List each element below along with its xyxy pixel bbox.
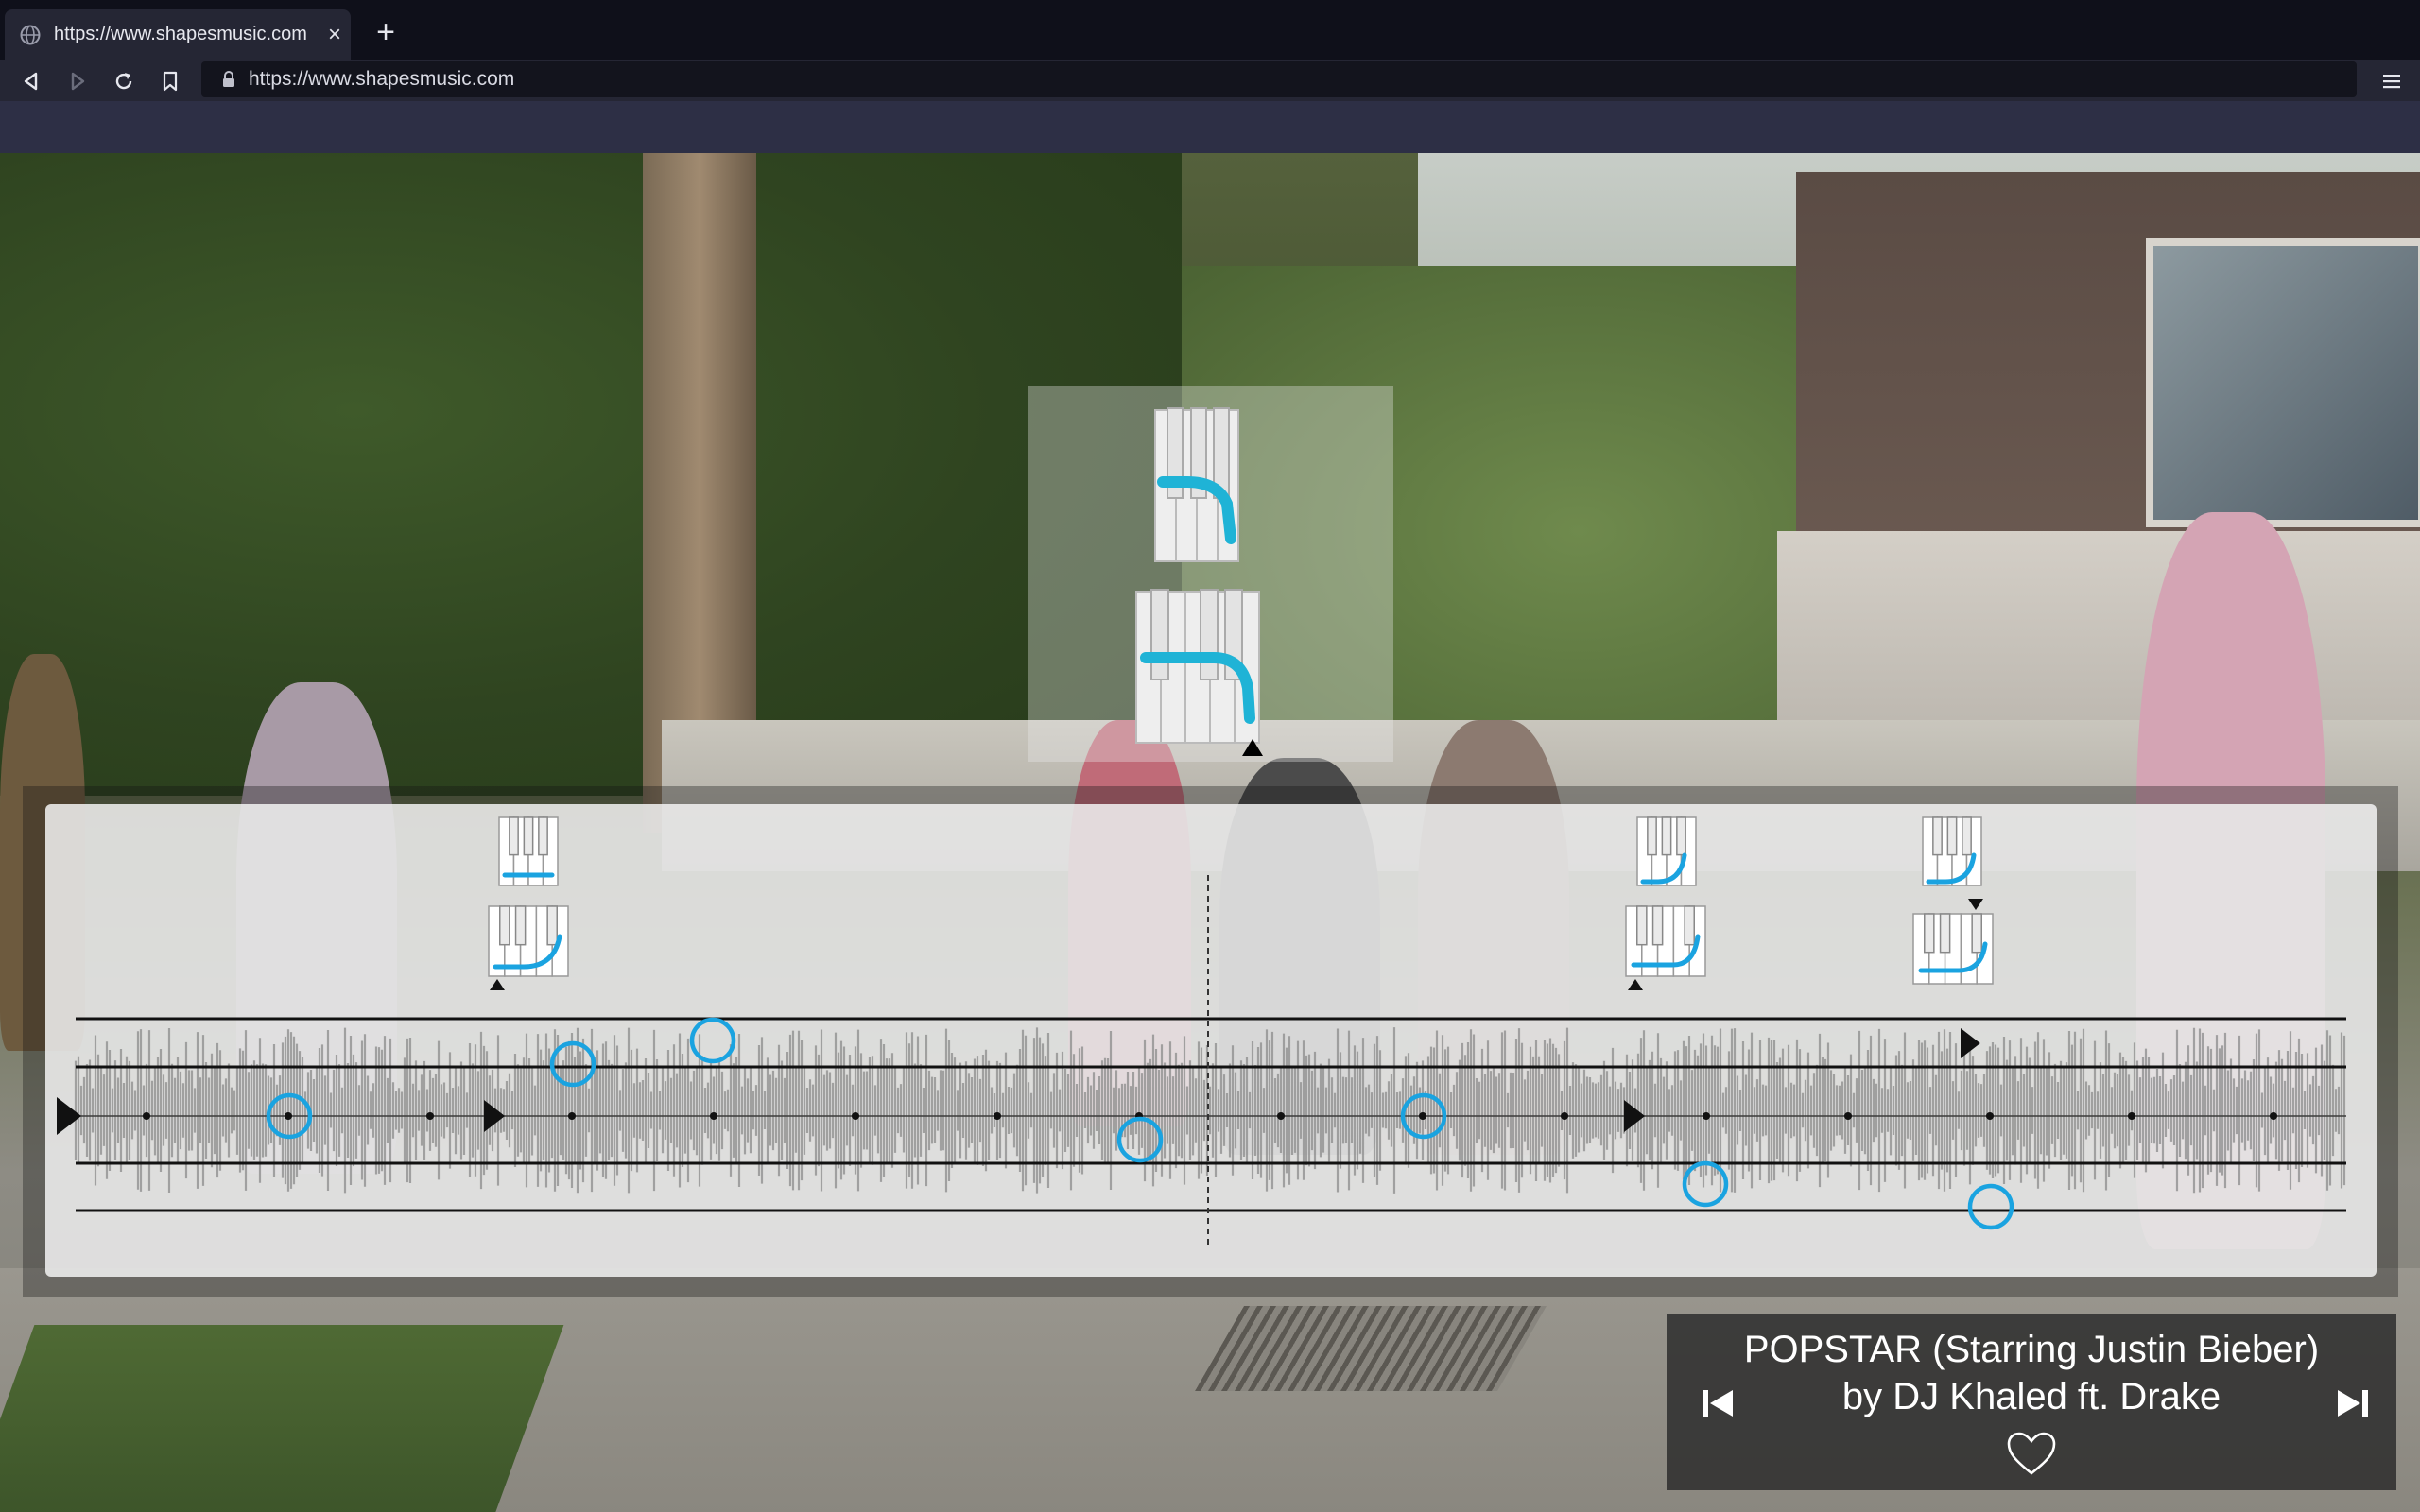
- timeline-graphic: [57, 816, 2346, 1248]
- beat-dot: [143, 1112, 150, 1120]
- reload-icon[interactable]: [108, 65, 140, 97]
- menu-icon[interactable]: [2376, 65, 2408, 97]
- beat-dot: [1561, 1112, 1568, 1120]
- piano-keys-icon: [1154, 407, 1239, 562]
- globe-icon: [20, 25, 41, 44]
- bookmark-icon[interactable]: [154, 65, 186, 97]
- audio-waveform: [74, 1027, 2346, 1194]
- note-circle: [689, 1017, 736, 1064]
- hand-shape-marker: [1968, 899, 1983, 910]
- beat-dot: [1986, 1112, 1994, 1120]
- song-title: POPSTAR (Starring Justin Bieber): [1743, 1329, 2320, 1370]
- drain-grate: [1195, 1306, 1547, 1391]
- piano-keys-icon: [498, 816, 559, 886]
- beat-dot: [2270, 1112, 2277, 1120]
- piano-keys-icon: [488, 905, 569, 977]
- piano-keys-icon: [1135, 589, 1263, 756]
- beat-dot: [1844, 1112, 1852, 1120]
- tab-bar: https://www.shapesmusic.com × +: [0, 0, 2420, 60]
- beat-dot: [994, 1112, 1001, 1120]
- skip-previous-icon[interactable]: [1699, 1384, 1737, 1422]
- hand-shape-preview-graphic: [1135, 407, 1263, 756]
- beat-dot: [285, 1112, 292, 1120]
- beat-dot: [1419, 1112, 1426, 1120]
- beat-dot: [426, 1112, 434, 1120]
- page-header-strip: [0, 101, 2420, 153]
- song-artist: by DJ Khaled ft. Drake: [1841, 1376, 2221, 1418]
- beat-dot: [710, 1112, 717, 1120]
- back-icon[interactable]: [15, 65, 47, 97]
- hand-shape-marker: [490, 979, 505, 990]
- piano-keys-icon: [1636, 816, 1697, 886]
- beat-dot: [1277, 1112, 1285, 1120]
- piano-keys-icon: [1912, 913, 1994, 985]
- heart-icon[interactable]: [2005, 1430, 2058, 1477]
- lawn: [0, 1325, 564, 1512]
- beat-dot: [1703, 1112, 1710, 1120]
- lock-icon: [223, 71, 234, 87]
- browser-toolbar: https://www.shapesmusic.com: [0, 60, 2420, 101]
- address-bar[interactable]: https://www.shapesmusic.com: [201, 61, 2357, 97]
- note-circle: [1967, 1183, 2014, 1230]
- piano-keys-icon: [1922, 816, 1982, 886]
- tab-title: https://www.shapesmusic.com: [54, 24, 307, 44]
- browser-tab[interactable]: https://www.shapesmusic.com ×: [5, 9, 351, 60]
- beat-dot: [852, 1112, 859, 1120]
- forward-icon[interactable]: [61, 65, 94, 97]
- current-hand-shape-preview: [1028, 386, 1393, 762]
- song-info-panel: POPSTAR (Starring Justin Bieber) by DJ K…: [1667, 1314, 2396, 1490]
- note-timeline[interactable]: [45, 804, 2377, 1277]
- house-window: [2146, 238, 2420, 527]
- hand-shape-marker: [1628, 979, 1643, 990]
- url-text: https://www.shapesmusic.com: [249, 68, 515, 90]
- beat-dot: [2128, 1112, 2135, 1120]
- hedge-wall: [0, 153, 1182, 796]
- skip-next-icon[interactable]: [2334, 1384, 2372, 1422]
- plus-icon[interactable]: +: [367, 13, 405, 51]
- close-icon[interactable]: ×: [319, 22, 351, 48]
- beat-dot: [568, 1112, 576, 1120]
- piano-keys-icon: [1625, 905, 1706, 977]
